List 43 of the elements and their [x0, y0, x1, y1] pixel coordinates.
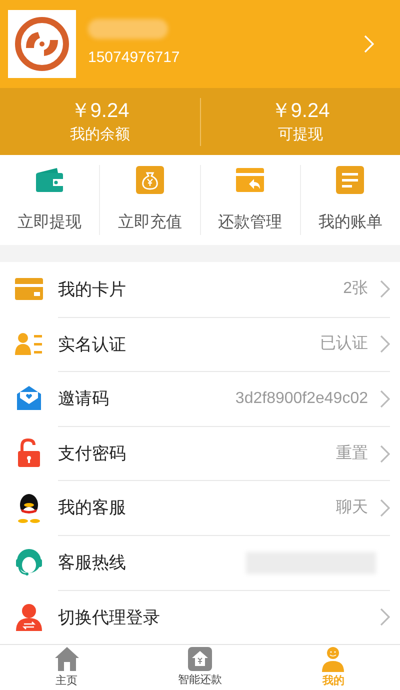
- house-coin-icon: [188, 646, 212, 671]
- menu-label: 实名认证: [58, 334, 127, 356]
- unlocked-padlock-icon: [17, 438, 41, 468]
- envelope-icon: [15, 384, 43, 412]
- wallet-icon: [34, 167, 65, 193]
- menu-row[interactable]: 实名认证 已认证: [0, 316, 400, 372]
- card-icon: [15, 277, 43, 302]
- menu-row[interactable]: 客服热线: [0, 534, 400, 590]
- chevron-right-icon: [364, 35, 374, 53]
- money-bag-icon: [136, 166, 164, 194]
- menu-value: 已认证: [320, 334, 368, 354]
- bill-icon: [336, 166, 364, 194]
- card-return-icon: [235, 166, 266, 194]
- menu-value: 聊天: [336, 498, 368, 518]
- phone-number: 15074976717: [88, 48, 181, 68]
- quick-action[interactable]: 立即提现: [0, 165, 100, 235]
- person-list-icon: [15, 332, 43, 356]
- menu-label: 切换代理登录: [58, 606, 161, 629]
- app-logo: [8, 10, 76, 78]
- quick-action[interactable]: 还款管理: [200, 165, 300, 235]
- menu-label: 客服热线: [58, 552, 127, 574]
- quick-action[interactable]: 立即充值: [99, 165, 200, 235]
- menu-value: 重置: [336, 444, 368, 464]
- tab-item[interactable]: 智能还款: [133, 645, 267, 690]
- penguin-icon: [16, 492, 42, 523]
- menu-row[interactable]: 支付密码 重置: [0, 426, 400, 480]
- menu-label: 支付密码: [58, 442, 127, 465]
- menu-row[interactable]: 邀请码 3d2f8900f2e49c02: [0, 371, 400, 426]
- menu-row[interactable]: 我的客服 聊天: [0, 480, 400, 535]
- menu-value: 3d2f8900f2e49c02: [235, 388, 368, 409]
- headset-person-icon: [15, 548, 43, 576]
- balance-amount: ￥9.24: [270, 98, 330, 124]
- menu-row[interactable]: 我的卡片 2张: [0, 262, 400, 317]
- menu-label: 邀请码: [58, 388, 110, 410]
- menu-value: 2张: [343, 278, 368, 300]
- menu-label: 我的卡片: [58, 278, 127, 301]
- balance-amount: ￥9.24: [70, 98, 130, 124]
- person-swap-icon: [15, 602, 43, 631]
- quick-action[interactable]: 我的账单: [300, 165, 400, 235]
- menu-label: 我的客服: [58, 497, 127, 520]
- balance-label: 可提现: [278, 124, 323, 144]
- tab-item[interactable]: 主页: [0, 645, 134, 690]
- balance-label: 我的余额: [70, 124, 130, 144]
